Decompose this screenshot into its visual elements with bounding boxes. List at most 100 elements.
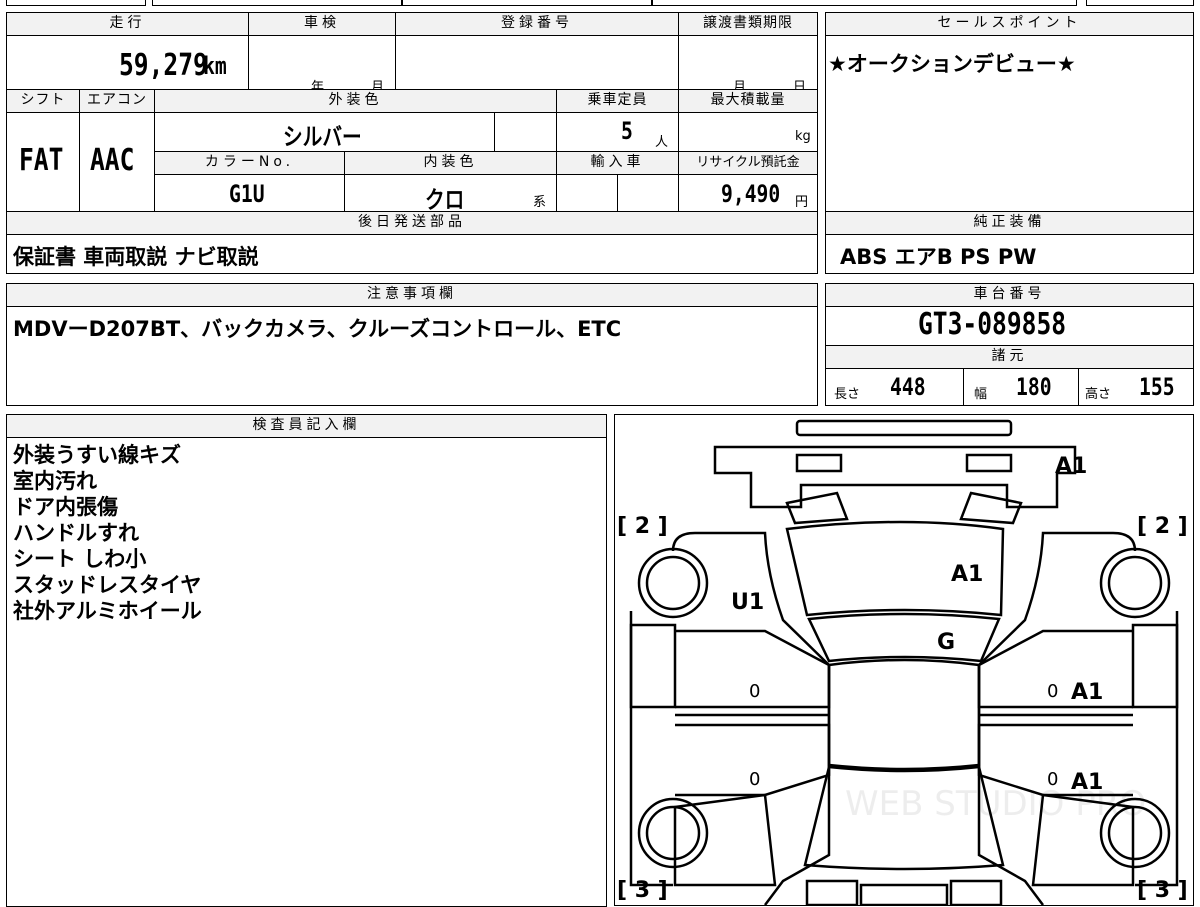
mark-right-rear-door: A1 [1071,770,1103,795]
sales-point-header: セールスポイント [825,12,1194,36]
tread-front-left: [ 2 ] [617,514,668,539]
mark-windshield: G [937,630,955,655]
mileage-header: 走行 [6,12,249,36]
colorno-value: G1U [229,180,265,208]
inspector-item: ドア内張傷 [13,495,118,519]
notes-text: MDVーD207BT、バックカメラ、クルーズコントロール、ETC [13,317,622,341]
door-zero: 0 [1047,681,1058,702]
import-cell-1 [556,174,618,212]
left-front-door [629,623,677,709]
length-value: 448 [890,373,926,401]
notes-panel: 注意事項欄 MDVーD207BT、バックカメラ、クルーズコントロール、ETC [6,283,818,406]
genuine-header: 純正装備 [825,211,1194,235]
door-zero: 0 [749,769,760,790]
interior-cell: クロ 系 [344,174,557,214]
windshield [807,612,1001,663]
import-header: 輸入車 [556,151,679,175]
maxload-cell: kg [678,112,818,152]
recycle-cell: 9,490 円 [678,174,818,212]
door-zero: 0 [749,681,760,702]
mark-front-roof: A1 [1055,454,1087,479]
capacity-unit: 人 [655,135,669,150]
rear-bumper-left [805,879,859,905]
genuine-equipment-panel: 純正装備 ABS エアB PS PW [825,211,1194,274]
capacity-cell: 5 人 [556,112,679,152]
import-cell-2 [617,174,679,212]
left-rear-quarter [673,793,777,887]
registration-header: 登録番号 [395,12,679,36]
rear-bumper-right [949,879,1003,905]
mark-left-front: U1 [731,590,764,615]
right-front-door [1131,623,1179,709]
sales-point-panel: セールスポイント ★オークションデビュー★ [825,12,1194,212]
inspector-cell: 外装うすい線キズ 室内汚れ ドア内張傷 ハンドルすれ シート しわ小 スタッドレ… [6,437,607,907]
inspector-item: 外装うすい線キズ [13,443,181,467]
tread-front-right: [ 2 ] [1137,514,1188,539]
length-label: 長さ [834,387,861,402]
length-cell: 長さ 448 [825,368,964,406]
inspector-item: シート しわ小 [13,547,147,571]
colorno-cell: G1U [154,174,345,212]
chassis-number: GT3-089858 [918,307,1067,342]
height-value: 155 [1139,373,1175,401]
top-cutoff-row [6,0,1194,6]
shift-value: FAT [19,143,64,178]
chassis-cell: GT3-089858 [825,306,1194,346]
interior-header: 内装色 [344,151,557,175]
notes-header: 注意事項欄 [6,283,818,307]
inspector-item: 社外アルミホイール [13,599,202,623]
door-zero: 0 [1047,769,1058,790]
inspector-item: 室内汚れ [13,469,97,493]
tire-front-left-outer [637,547,709,619]
height-label: 高さ [1085,387,1112,402]
aircon-header: エアコン [79,89,155,113]
aircon-value: AAC [90,143,135,178]
inspection-header: 車検 [248,12,396,36]
capacity-value: 5 [621,117,633,145]
roof [827,658,981,771]
notes-cell: MDVーD207BT、バックカメラ、クルーズコントロール、ETC [6,306,818,406]
rear-bumper-mid [859,883,949,905]
exterior-cell: シルバー [154,112,495,152]
genuine-text: ABS エアB PS PW [840,245,1037,269]
colorno-header: カラーNo. [154,151,345,175]
chassis-header: 車台番号 [825,283,1194,307]
mark-hood: A1 [951,562,983,587]
recycle-value: 9,490 [721,180,781,208]
inspector-item: ハンドルすれ [13,521,139,545]
aircon-cell: AAC [79,112,155,212]
tire-front-left-inner [645,555,701,611]
genuine-cell: ABS エアB PS PW [825,234,1194,274]
capacity-header: 乗車定員 [556,89,679,113]
tire-front-right-inner [1107,555,1163,611]
tread-rear-right: [ 3 ] [1137,878,1188,903]
width-value: 180 [1016,373,1052,401]
front-panel [713,445,1077,509]
later-parts-cell: 保証書 車両取説 ナビ取説 [6,234,818,274]
height-cell: 高さ 155 [1078,368,1194,406]
right-headlight [965,453,1013,473]
exterior-header: 外装色 [154,89,557,113]
front-bumper [795,419,1013,437]
mark-right-front-door: A1 [1071,680,1103,705]
tire-front-right-outer [1099,547,1171,619]
width-cell: 幅 180 [963,368,1079,406]
interior-value: クロ [425,186,465,214]
vehicle-info-table: 走行 車検 登録番号 譲渡書類期限 59,279 km 年 月 月 日 シフト … [6,12,818,274]
damage-diagram-panel: WEB STUDIO PRO A1 A1 U1 G A1 A1 0 0 0 0 … [614,414,1194,906]
inspector-item: スタッドレスタイヤ [13,573,202,597]
inspector-list: 外装うすい線キズ 室内汚れ ドア内張傷 ハンドルすれ シート しわ小 スタッドレ… [13,442,202,624]
inspector-header: 検査員記入欄 [6,414,607,438]
shift-cell: FAT [6,112,80,212]
exterior-extra-cell [494,112,557,152]
inspector-panel: 検査員記入欄 外装うすい線キズ 室内汚れ ドア内張傷 ハンドルすれ シート しわ… [6,414,607,907]
shift-header: シフト [6,89,80,113]
chassis-panel: 車台番号 GT3-089858 諸元 長さ 448 幅 180 高さ 155 [825,283,1194,406]
later-parts-header: 後日発送部品 [6,211,818,235]
interior-unit: 系 [533,195,547,210]
later-parts-value: 保証書 車両取説 ナビ取説 [13,245,259,269]
width-label: 幅 [974,387,988,402]
left-headlight [795,453,843,473]
mileage-value: 59,279 [119,48,208,83]
recycle-unit: 円 [795,195,809,210]
